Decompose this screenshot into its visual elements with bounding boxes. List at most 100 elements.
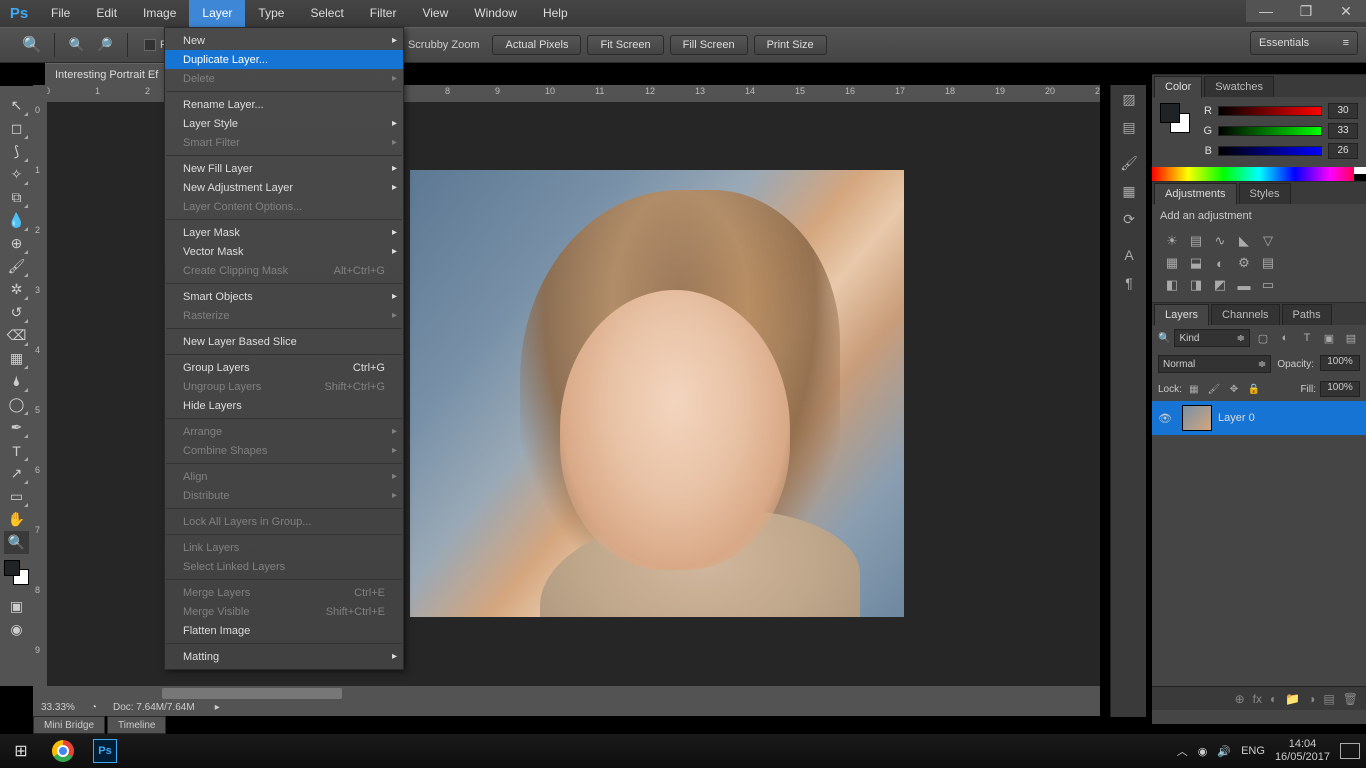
menuitem-new-adjustment-layer[interactable]: New Adjustment Layer	[165, 178, 403, 197]
adj-threshold-icon[interactable]: ◩	[1208, 274, 1232, 296]
adj-hue-icon[interactable]: ▦	[1160, 252, 1184, 274]
layer-style-icon[interactable]: fx	[1253, 692, 1262, 706]
adj-channel-mixer-icon[interactable]: ⚙	[1232, 252, 1256, 274]
new-adjustment-icon[interactable]: ◑	[1308, 692, 1315, 706]
menuitem-flatten-image[interactable]: Flatten Image	[165, 621, 403, 640]
brush-presets-icon[interactable]: ▦	[1111, 177, 1147, 205]
tab-swatches[interactable]: Swatches	[1204, 76, 1274, 97]
pen-tool[interactable]: ✒	[4, 416, 29, 439]
option-print-size[interactable]: Print Size	[754, 35, 827, 55]
brush-tool[interactable]: 🖌	[4, 255, 29, 278]
layer-name[interactable]: Layer 0	[1218, 412, 1255, 424]
document-tab[interactable]: Interesting Portrait Ef	[45, 63, 168, 85]
filter-type-icon[interactable]: T	[1298, 329, 1316, 347]
tab-adjustments[interactable]: Adjustments	[1154, 183, 1237, 205]
adj-gradient-map-icon[interactable]: ▬	[1232, 274, 1256, 296]
lock-all-icon[interactable]: 🔒	[1246, 381, 1262, 397]
workspace-selector[interactable]: Essentials≡	[1250, 31, 1358, 55]
marquee-tool[interactable]: ◻	[4, 117, 29, 140]
menuitem-vector-mask[interactable]: Vector Mask	[165, 242, 403, 261]
new-layer-icon[interactable]: ▤	[1323, 692, 1334, 706]
gradient-tool[interactable]: ▦	[4, 347, 29, 370]
type-tool[interactable]: T	[4, 439, 29, 462]
zoom-out-icon[interactable]: 🔎	[93, 33, 117, 57]
menu-filter[interactable]: Filter	[357, 0, 410, 27]
new-group-icon[interactable]: 📁	[1285, 692, 1300, 706]
link-layers-icon[interactable]: ⊕	[1235, 692, 1245, 706]
adj-brightness-icon[interactable]: ☀	[1160, 230, 1184, 252]
notifications-icon[interactable]	[1340, 743, 1360, 759]
menu-select[interactable]: Select	[297, 0, 356, 27]
close-button[interactable]: ✕	[1326, 0, 1366, 22]
quickmask-icon[interactable]: ◉	[4, 618, 29, 641]
tab-styles[interactable]: Styles	[1239, 183, 1291, 204]
menu-layer[interactable]: Layer	[189, 0, 245, 27]
opacity-input[interactable]: 100%	[1320, 355, 1360, 371]
g-slider[interactable]	[1218, 126, 1322, 136]
eyedropper-tool[interactable]: 💧	[4, 209, 29, 232]
zoom-level[interactable]: 33.33%	[33, 702, 83, 713]
adj-posterize-icon[interactable]: ◨	[1184, 274, 1208, 296]
filter-smart-icon[interactable]: ▤	[1342, 329, 1360, 347]
adj-curves-icon[interactable]: ∿	[1208, 230, 1232, 252]
b-value[interactable]: 26	[1328, 143, 1358, 159]
ruler-vertical[interactable]: 0123456789	[33, 85, 47, 701]
language-indicator[interactable]: ENG	[1241, 745, 1265, 757]
menu-window[interactable]: Window	[461, 0, 530, 27]
blur-tool[interactable]: 🌢	[4, 370, 29, 393]
doc-info-arrow[interactable]: ▸	[207, 702, 228, 713]
minimize-button[interactable]: —	[1246, 0, 1286, 22]
filter-pixel-icon[interactable]: ▢	[1254, 329, 1272, 347]
history-brush-tool[interactable]: ↺	[4, 301, 29, 324]
g-value[interactable]: 33	[1328, 123, 1358, 139]
brushes-panel-icon[interactable]: 🖌	[1111, 149, 1147, 177]
crop-tool[interactable]: ⧉	[4, 186, 29, 209]
menuitem-hide-layers[interactable]: Hide Layers	[165, 396, 403, 415]
r-slider[interactable]	[1218, 106, 1322, 116]
canvas-image[interactable]	[410, 170, 904, 617]
b-slider[interactable]	[1218, 146, 1322, 156]
tab-paths[interactable]: Paths	[1282, 304, 1332, 325]
adj-photo-filter-icon[interactable]: ◐	[1208, 252, 1232, 274]
lasso-tool[interactable]: ⟆	[4, 140, 29, 163]
adj-invert-icon[interactable]: ◧	[1160, 274, 1184, 296]
chrome-icon[interactable]	[42, 734, 84, 768]
menu-image[interactable]: Image	[130, 0, 189, 27]
lock-image-icon[interactable]: 🖌	[1206, 381, 1222, 397]
menuitem-new-layer-based-slice[interactable]: New Layer Based Slice	[165, 332, 403, 351]
volume-icon[interactable]: 🔊	[1217, 745, 1231, 758]
color-spectrum[interactable]	[1152, 167, 1366, 181]
screen-mode-icon[interactable]: ▣	[4, 595, 29, 618]
adj-bw-icon[interactable]: ⬓	[1184, 252, 1208, 274]
magic-wand-tool[interactable]: ✧	[4, 163, 29, 186]
fill-input[interactable]: 100%	[1320, 381, 1360, 397]
menuitem-layer-style[interactable]: Layer Style	[165, 114, 403, 133]
adj-vibrance-icon[interactable]: ▽	[1256, 230, 1280, 252]
clock[interactable]: 14:0416/05/2017	[1275, 738, 1330, 764]
layer-mask-icon[interactable]: ◐	[1270, 692, 1277, 706]
menuitem-rename-layer[interactable]: Rename Layer...	[165, 95, 403, 114]
zoom-tool-icon[interactable]: 🔍	[18, 31, 46, 59]
paragraph-panel-icon[interactable]: ¶	[1111, 269, 1147, 297]
menuitem-matting[interactable]: Matting	[165, 647, 403, 666]
layer-thumbnail[interactable]	[1182, 405, 1212, 431]
filter-adjust-icon[interactable]: ◐	[1276, 329, 1294, 347]
clone-panel-icon[interactable]: ⟳	[1111, 205, 1147, 233]
adj-exposure-icon[interactable]: ◣	[1232, 230, 1256, 252]
delete-layer-icon[interactable]: 🗑	[1343, 692, 1358, 706]
tab-channels[interactable]: Channels	[1211, 304, 1279, 325]
dodge-tool[interactable]: ◯	[4, 393, 29, 416]
menuitem-group-layers[interactable]: Group LayersCtrl+G	[165, 358, 403, 377]
zoom-in-icon[interactable]: 🔍	[65, 33, 89, 57]
menuitem-duplicate-layer[interactable]: Duplicate Layer...	[165, 50, 403, 69]
r-value[interactable]: 30	[1328, 103, 1358, 119]
stamp-tool[interactable]: ✲	[4, 278, 29, 301]
move-tool[interactable]: ↖	[4, 94, 29, 117]
blend-mode-select[interactable]: Normal≑	[1158, 355, 1271, 373]
resize-windows-checkbox[interactable]	[144, 39, 156, 51]
zoom-tool[interactable]: 🔍	[4, 531, 29, 554]
menu-help[interactable]: Help	[530, 0, 581, 27]
hand-tool[interactable]: ✋	[4, 508, 29, 531]
tray-chevron-icon[interactable]: ︿	[1177, 743, 1188, 759]
start-button[interactable]: ⊞	[0, 734, 42, 768]
